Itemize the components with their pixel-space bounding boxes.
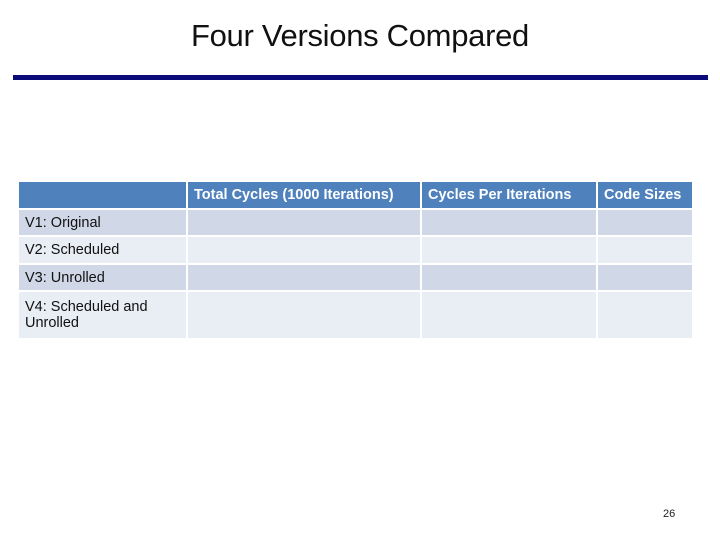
page-number: 26 bbox=[663, 508, 676, 520]
table-row: V2: Scheduled bbox=[19, 237, 692, 263]
table-header-row: Total Cycles (1000 Iterations) Cycles Pe… bbox=[19, 182, 692, 208]
row-label: V1: Original bbox=[19, 210, 186, 235]
code-size-cell bbox=[598, 292, 692, 338]
code-size-cell bbox=[598, 210, 692, 235]
comparison-table: Total Cycles (1000 Iterations) Cycles Pe… bbox=[17, 180, 694, 340]
cycles-per-iteration-cell bbox=[422, 237, 596, 263]
table-row: V4: Scheduled and Unrolled bbox=[19, 292, 692, 338]
total-cycles-cell bbox=[188, 210, 420, 235]
header-code-sizes: Code Sizes bbox=[598, 182, 692, 208]
cycles-per-iteration-cell bbox=[422, 265, 596, 290]
row-label: V2: Scheduled bbox=[19, 237, 186, 263]
cycles-per-iteration-cell bbox=[422, 210, 596, 235]
row-label: V3: Unrolled bbox=[19, 265, 186, 290]
table-row: V3: Unrolled bbox=[19, 265, 692, 290]
code-size-cell bbox=[598, 237, 692, 263]
code-size-cell bbox=[598, 265, 692, 290]
header-cycles-per-iteration: Cycles Per Iterations bbox=[422, 182, 596, 208]
header-total-cycles: Total Cycles (1000 Iterations) bbox=[188, 182, 420, 208]
header-cell-empty bbox=[19, 182, 186, 208]
title-divider bbox=[13, 75, 708, 80]
total-cycles-cell bbox=[188, 292, 420, 338]
table-row: V1: Original bbox=[19, 210, 692, 235]
total-cycles-cell bbox=[188, 265, 420, 290]
row-label: V4: Scheduled and Unrolled bbox=[19, 292, 186, 338]
slide-title: Four Versions Compared bbox=[190, 18, 529, 53]
total-cycles-cell bbox=[188, 237, 420, 263]
cycles-per-iteration-cell bbox=[422, 292, 596, 338]
